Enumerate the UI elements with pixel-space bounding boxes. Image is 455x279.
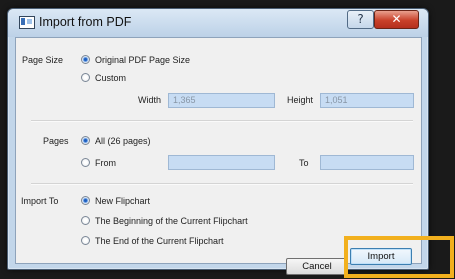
radio-beginning-current-label[interactable]: The Beginning of the Current Flipchart <box>95 216 248 226</box>
radio-custom-size[interactable] <box>81 73 90 82</box>
import-window-icon <box>19 16 35 29</box>
radio-beginning-current[interactable] <box>81 216 90 225</box>
radio-end-current-label[interactable]: The End of the Current Flipchart <box>95 236 224 246</box>
close-icon: ✕ <box>391 12 402 26</box>
radio-new-flipchart[interactable] <box>81 196 90 205</box>
dialog-title: Import from PDF <box>39 15 132 29</box>
to-label: To <box>299 158 309 168</box>
radio-custom-size-label[interactable]: Custom <box>95 73 126 83</box>
title-bar[interactable]: Import from PDF ? ✕ <box>8 9 428 37</box>
radio-all-pages[interactable] <box>81 136 90 145</box>
separator <box>31 183 413 185</box>
radio-all-pages-label[interactable]: All (26 pages) <box>95 136 151 146</box>
dialog-content: Page Size Original PDF Page Size Custom … <box>15 37 422 275</box>
import-button[interactable]: Import <box>350 248 412 265</box>
separator <box>31 120 413 122</box>
width-input[interactable]: 1,365 <box>168 93 275 108</box>
radio-page-range[interactable] <box>81 158 90 167</box>
close-button[interactable]: ✕ <box>374 10 419 29</box>
radio-original-size-label[interactable]: Original PDF Page Size <box>95 55 190 65</box>
radio-end-current[interactable] <box>81 236 90 245</box>
cancel-button[interactable]: Cancel <box>286 258 348 275</box>
radio-new-flipchart-label[interactable]: New Flipchart <box>95 196 150 206</box>
pages-label: Pages <box>43 136 69 146</box>
page-size-label: Page Size <box>22 55 64 65</box>
from-page-input[interactable] <box>168 155 275 170</box>
import-to-label: Import To <box>21 196 59 206</box>
help-button[interactable]: ? <box>347 10 374 29</box>
radio-original-size[interactable] <box>81 55 90 64</box>
height-label: Height <box>287 95 314 105</box>
radio-page-range-label[interactable]: From <box>95 158 116 168</box>
to-page-input[interactable] <box>320 155 414 170</box>
height-input[interactable]: 1,051 <box>320 93 414 108</box>
import-dialog: Import from PDF ? ✕ Page Size Original P… <box>7 8 429 275</box>
width-label: Width <box>138 95 162 105</box>
help-icon: ? <box>357 12 364 26</box>
